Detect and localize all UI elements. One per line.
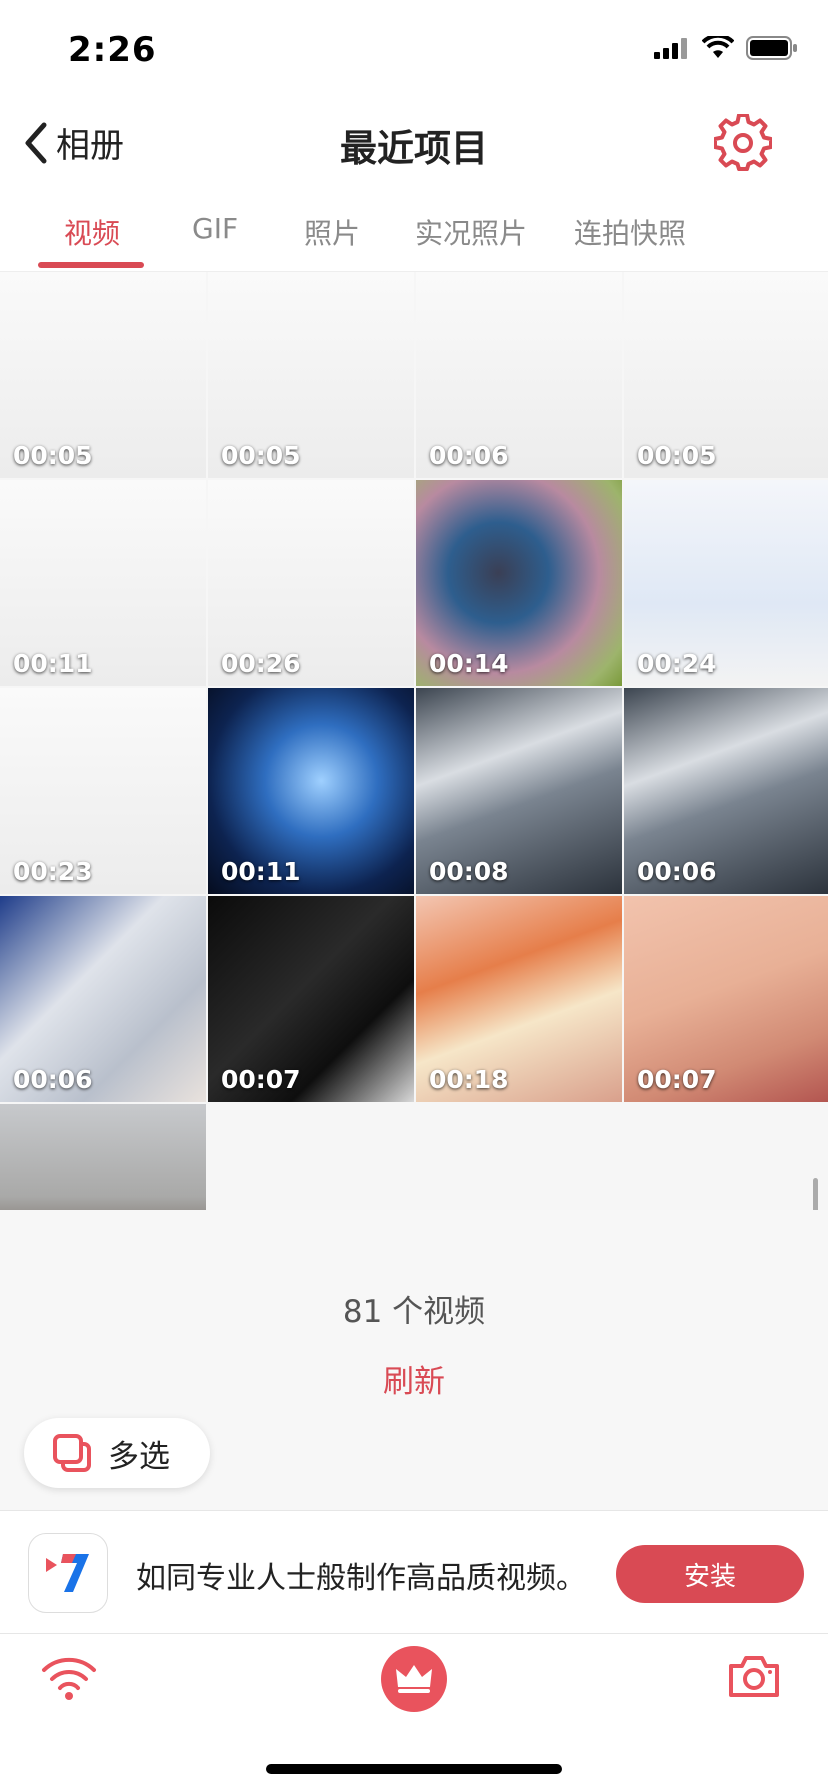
- video-thumbnail[interactable]: 00:06: [416, 272, 622, 478]
- multi-select-icon: [53, 1434, 91, 1472]
- multi-select-button[interactable]: 多选: [24, 1418, 210, 1488]
- video-thumbnail[interactable]: 00:11: [0, 480, 206, 686]
- tab-burst[interactable]: 连拍快照: [574, 212, 686, 252]
- video-duration: 00:06: [637, 857, 717, 886]
- wifi-status-icon: [702, 36, 734, 58]
- video-thumbnail[interactable]: 00:05: [624, 272, 828, 478]
- page-title: 最近项目: [340, 127, 488, 170]
- tab-gif[interactable]: GIF: [192, 212, 238, 245]
- video-duration: 00:05: [13, 441, 93, 470]
- video-duration: 00:06: [13, 1065, 93, 1094]
- video-thumbnail[interactable]: 00:24: [624, 480, 828, 686]
- chevron-left-icon: [25, 122, 47, 163]
- crown-button[interactable]: [381, 1646, 447, 1712]
- video-thumbnail[interactable]: 00:26: [208, 480, 414, 686]
- tab-video[interactable]: 视频: [64, 212, 120, 252]
- ad-text: 如同专业人士般制作高品质视频。: [136, 1561, 586, 1596]
- multi-select-label: 多选: [108, 1438, 170, 1475]
- video-thumbnail[interactable]: 00:11: [208, 688, 414, 894]
- video-duration: 00:18: [429, 1065, 509, 1094]
- back-label: 相册: [56, 126, 124, 166]
- video-duration: 00:11: [221, 857, 301, 886]
- cellular-signal-icon: [654, 38, 687, 59]
- video-grid: 00:05 00:05 00:06 00:05 00:11 00:26 00:14 00:24…: [0, 272, 828, 1310]
- refresh-link[interactable]: 刷新: [0, 1356, 828, 1401]
- video-thumbnail[interactable]: 00:05: [208, 272, 414, 478]
- video-duration: 00:05: [637, 441, 717, 470]
- video-duration: 00:08: [429, 857, 509, 886]
- back-button[interactable]: 相册: [22, 118, 124, 167]
- battery-icon: [746, 36, 797, 60]
- video-thumbnail[interactable]: 00:05: [0, 272, 206, 478]
- wifi-icon[interactable]: [40, 1656, 98, 1702]
- video-duration: 00:06: [429, 441, 509, 470]
- video-thumbnail[interactable]: 00:18: [416, 896, 622, 1102]
- video-duration: 00:05: [221, 441, 301, 470]
- status-time: 2:26: [68, 30, 157, 70]
- video-duration: 00:14: [429, 649, 509, 678]
- tab-active-indicator: [38, 262, 144, 268]
- video-duration: 00:26: [221, 649, 301, 678]
- camera-icon[interactable]: [728, 1654, 780, 1698]
- video-duration: 00:07: [221, 1065, 301, 1094]
- video-thumbnail[interactable]: 00:08: [416, 688, 622, 894]
- video-duration: 00:11: [13, 649, 93, 678]
- media-type-tabs: 视频 GIF 照片 实况照片 连拍快照: [0, 190, 828, 272]
- video-count: 81 个视频: [342, 1294, 486, 1330]
- video-thumbnail[interactable]: 00:23: [0, 688, 206, 894]
- status-icons: [654, 36, 798, 60]
- video-thumbnail[interactable]: 00:06: [624, 688, 828, 894]
- video-thumbnail[interactable]: 00:07: [208, 896, 414, 1102]
- gear-icon[interactable]: [714, 114, 772, 172]
- status-bar: 2:26: [0, 0, 828, 100]
- ad-banner[interactable]: 如同专业人士般制作高品质视频。 安装: [0, 1510, 828, 1634]
- crown-icon: [396, 1665, 432, 1693]
- nav-bar: 相册 最近项目: [0, 100, 828, 190]
- tab-photo[interactable]: 照片: [304, 212, 360, 252]
- tab-live-photo[interactable]: 实况照片: [415, 212, 527, 252]
- video-thumbnail[interactable]: 00:06: [0, 896, 206, 1102]
- video-duration: 00:24: [637, 649, 717, 678]
- video-duration: 00:23: [13, 857, 93, 886]
- app-logo-icon: [28, 1533, 108, 1613]
- home-indicator: [266, 1764, 562, 1774]
- install-button[interactable]: 安装: [616, 1545, 804, 1603]
- video-thumbnail[interactable]: 00:14: [416, 480, 622, 686]
- video-duration: 00:07: [637, 1065, 717, 1094]
- video-thumbnail[interactable]: 00:07: [624, 896, 828, 1102]
